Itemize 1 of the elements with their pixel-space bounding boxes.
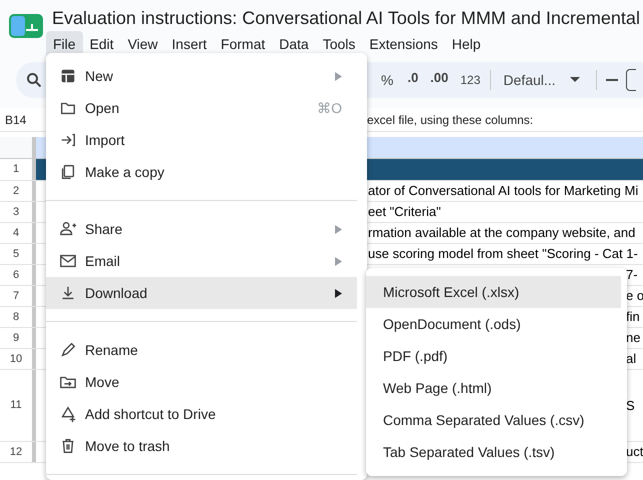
shortcut-text: ⌘O bbox=[317, 98, 342, 118]
